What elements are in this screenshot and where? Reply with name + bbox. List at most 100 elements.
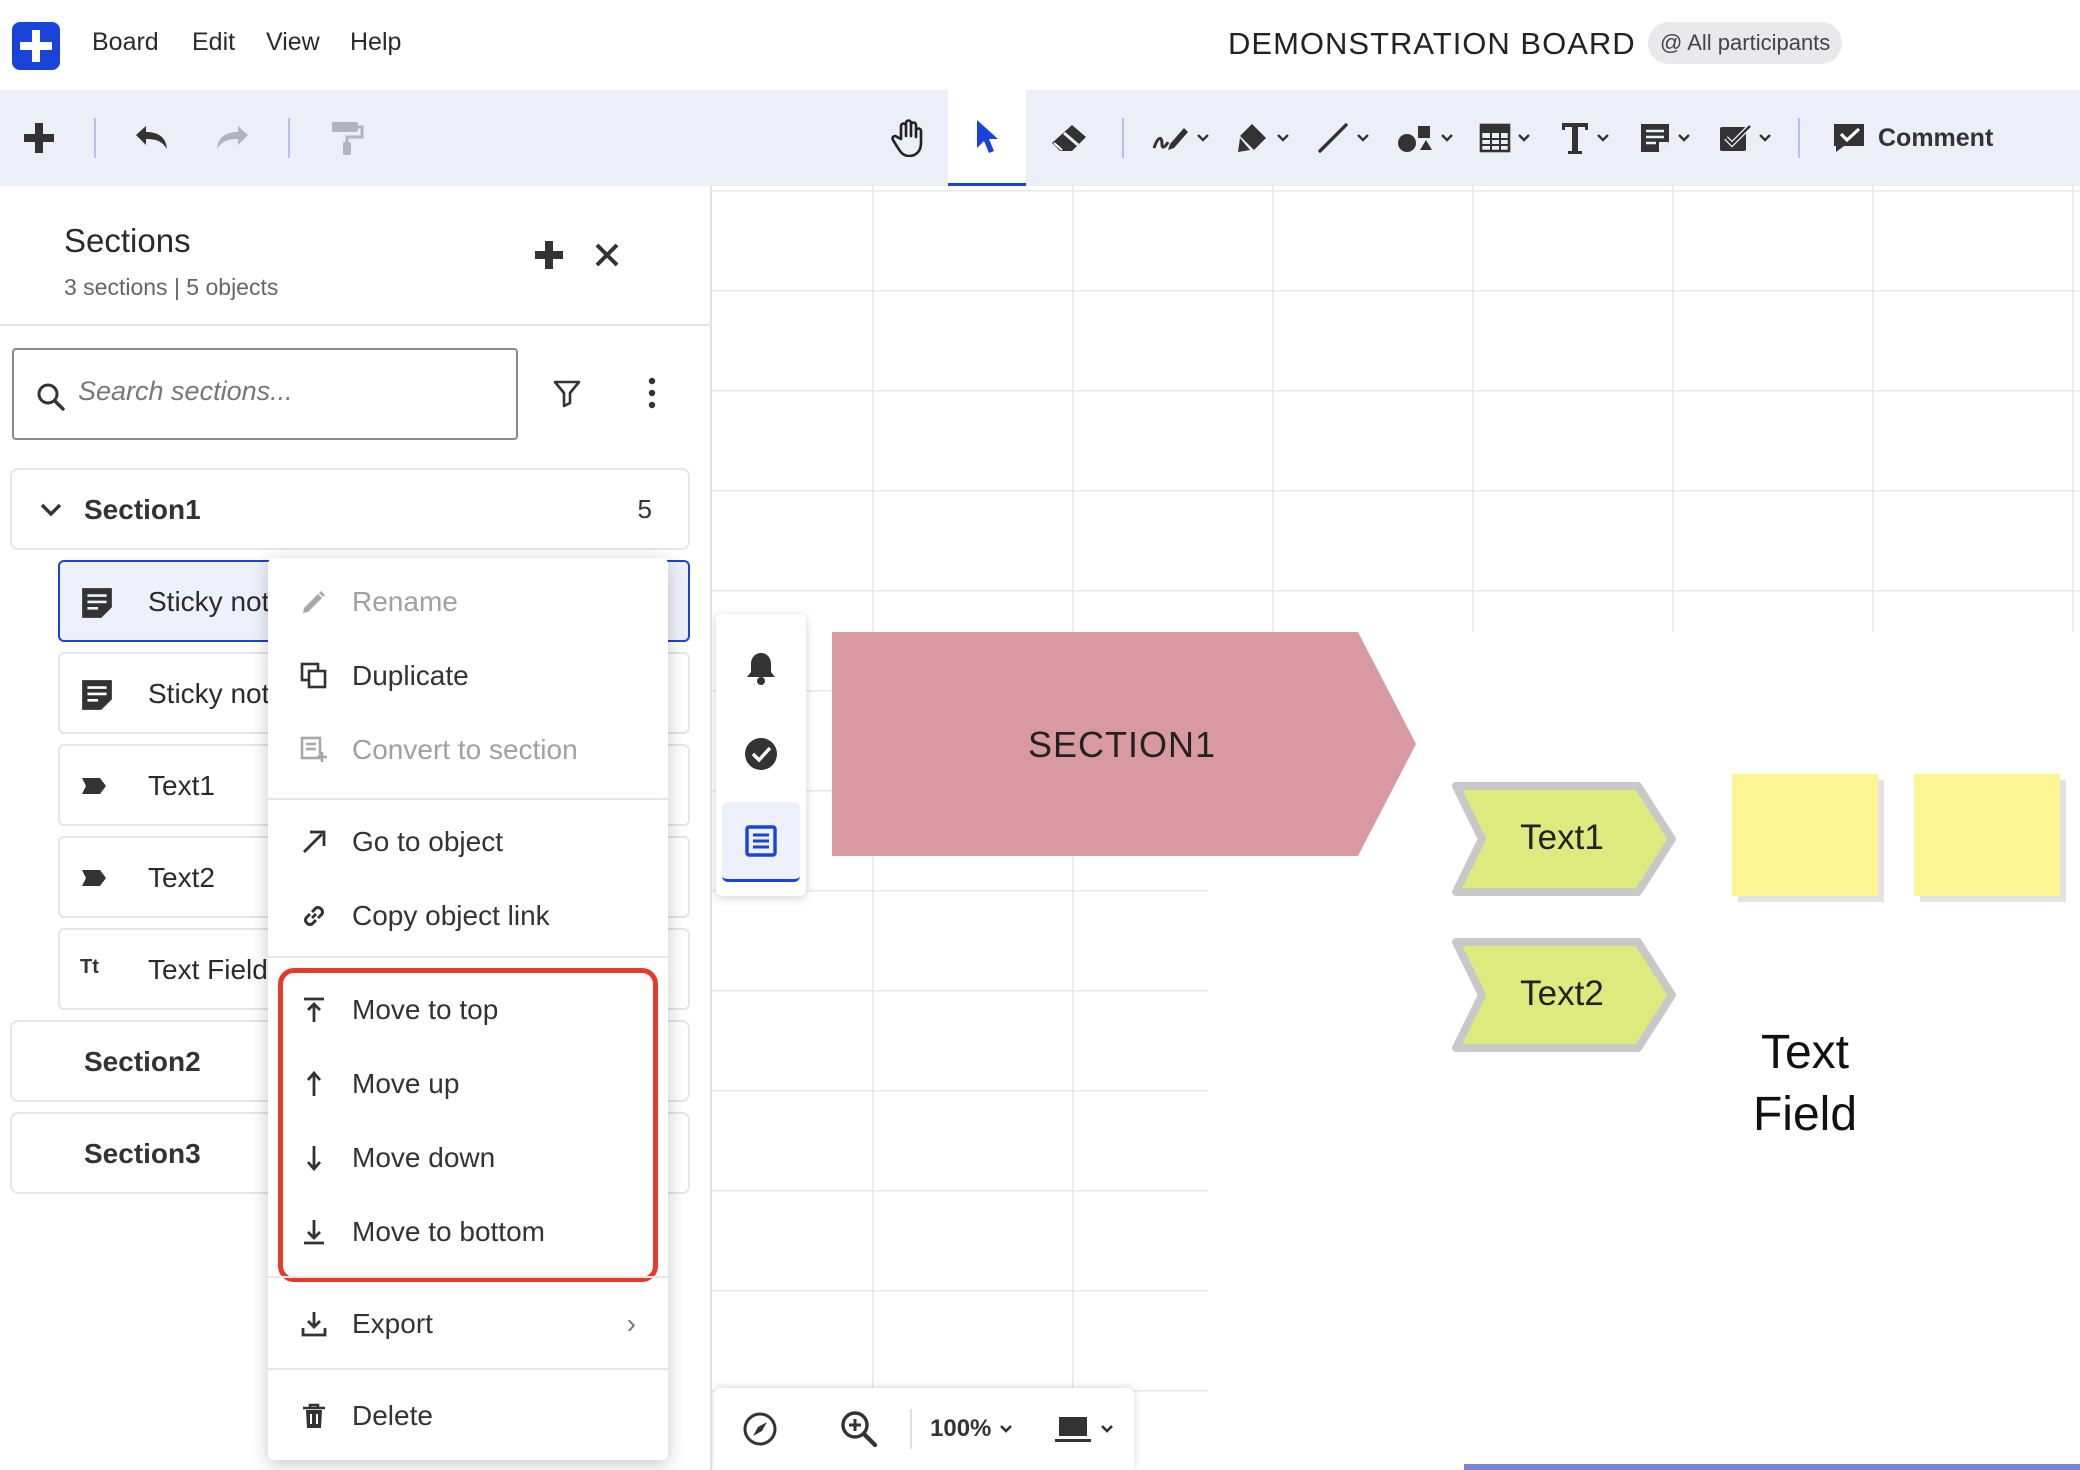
undo-button[interactable] (126, 90, 176, 186)
search-input[interactable] (78, 376, 498, 407)
sticky-note-icon (82, 680, 112, 710)
board-title[interactable]: DEMONSTRATION BOARD (1228, 26, 1636, 62)
redo-icon (217, 126, 248, 149)
pencil-icon (303, 591, 325, 613)
menubar: Board Edit View Help DEMONSTRATION BOARD… (0, 0, 2080, 90)
app-logo[interactable] (12, 22, 60, 70)
check-circle-icon (745, 738, 777, 770)
checklist-tool-button[interactable] (1712, 90, 1778, 186)
menu-item-label: Copy object link (352, 900, 550, 931)
menu-item-label: Convert to section (352, 734, 578, 765)
text1-canvas-label: Text1 (1520, 818, 1604, 857)
filter-button[interactable] (552, 378, 582, 413)
shapes-tool-button[interactable] (1390, 90, 1460, 186)
chevron-down-icon[interactable] (40, 502, 62, 518)
device-view-dropdown[interactable] (1054, 1388, 1114, 1470)
eraser-icon (1052, 125, 1086, 151)
search-icon (37, 383, 65, 411)
sticky-note-tool-button[interactable] (1632, 90, 1698, 186)
highlighter-icon (1238, 124, 1266, 152)
plus-logo-icon (20, 30, 52, 62)
chevron-down-icon (1441, 134, 1453, 142)
comment-button[interactable]: Comment (1832, 90, 1993, 186)
undo-icon (136, 126, 167, 149)
menu-item-label: Go to object (352, 826, 503, 857)
object-name: Sticky note (148, 586, 285, 617)
highlighter-tool-button[interactable] (1230, 90, 1296, 186)
object-name: Sticky note (148, 678, 285, 709)
menu-item-duplicate[interactable]: Duplicate (268, 638, 668, 712)
label-icon (82, 870, 106, 886)
text-field-line: Text (1760, 1026, 1850, 1079)
plus-icon (24, 123, 54, 153)
comment-check-icon (1834, 124, 1864, 152)
section-name: Section1 (84, 494, 201, 525)
menu-item-export[interactable]: Export › (268, 1286, 668, 1360)
hand-tool-button[interactable] (884, 90, 934, 186)
chevron-down-icon (1357, 134, 1369, 142)
label-icon (82, 778, 106, 794)
sticky-note-canvas[interactable] (1732, 774, 1878, 896)
horizontal-scrollbar[interactable] (1464, 1464, 2080, 1470)
chevron-down-icon (1000, 1425, 1013, 1433)
hand-icon (891, 119, 923, 157)
chevron-down-icon (1101, 1425, 1113, 1433)
sticky-note-icon (82, 588, 112, 618)
text-field-canvas[interactable]: Text Field (1680, 1022, 1930, 1146)
bottom-bar: 100% (714, 1388, 1134, 1470)
table-tool-button[interactable] (1472, 90, 1538, 186)
menu-item-convert-to-section[interactable]: Convert to section (268, 712, 668, 786)
sections-panel-button[interactable] (722, 802, 800, 882)
menu-item-rename[interactable]: Rename (268, 564, 668, 638)
shapes-icon (1398, 126, 1432, 152)
menu-divider (268, 1276, 668, 1278)
reorder-highlight-box (278, 968, 658, 1282)
menu-help[interactable]: Help (350, 28, 401, 57)
object-name: Text2 (148, 862, 215, 893)
eraser-tool-button[interactable] (1044, 90, 1094, 186)
text-tool-button[interactable] (1552, 90, 1618, 186)
chevron-down-icon (1518, 134, 1530, 142)
plus-icon (535, 241, 563, 269)
format-painter-button[interactable] (322, 90, 372, 186)
object-context-menu: Rename Duplicate Convert to section Go t… (268, 558, 668, 1460)
table-icon (1479, 123, 1511, 153)
menu-board[interactable]: Board (92, 28, 159, 57)
convert-section-icon (300, 736, 327, 762)
redo-button[interactable] (208, 90, 258, 186)
more-options-button[interactable] (646, 376, 658, 415)
add-section-button[interactable] (534, 240, 564, 275)
zoom-level-dropdown[interactable]: 100% (930, 1388, 1013, 1470)
list-sections-icon (745, 824, 777, 857)
search-sections-box[interactable] (12, 348, 518, 440)
chevron-down-icon (1277, 134, 1289, 142)
menu-item-go-to-object[interactable]: Go to object (268, 804, 668, 878)
menu-item-copy-object-link[interactable]: Copy object link (268, 878, 668, 952)
participants-badge[interactable]: @ All participants (1648, 22, 1843, 64)
menu-item-label: Export (352, 1308, 433, 1339)
navigator-button[interactable] (742, 1388, 778, 1470)
notifications-button[interactable] (722, 628, 800, 708)
menu-item-delete[interactable]: Delete (268, 1378, 668, 1452)
zoom-in-button[interactable] (840, 1388, 878, 1470)
menu-view[interactable]: View (266, 28, 320, 57)
menu-item-label: Rename (352, 586, 458, 617)
compass-icon (743, 1412, 777, 1446)
toolbar: Comment (0, 90, 2080, 186)
bell-icon (747, 653, 775, 685)
pen-scribble-icon (1152, 128, 1188, 150)
trash-icon (303, 1403, 325, 1428)
add-button[interactable] (14, 90, 64, 186)
section-row-section1[interactable]: Section1 5 (10, 468, 690, 550)
menu-edit[interactable]: Edit (192, 28, 235, 57)
tasks-button[interactable] (722, 714, 800, 794)
filter-icon (553, 380, 581, 408)
download-icon (301, 1312, 327, 1337)
close-sidebar-button[interactable] (594, 242, 620, 273)
select-tool-button[interactable] (948, 90, 1026, 186)
sticky-note-canvas[interactable] (1914, 774, 2060, 896)
pen-tool-button[interactable] (1148, 90, 1214, 186)
paint-roller-icon (332, 122, 364, 155)
line-tool-button[interactable] (1310, 90, 1376, 186)
toolbar-divider (1122, 118, 1124, 158)
